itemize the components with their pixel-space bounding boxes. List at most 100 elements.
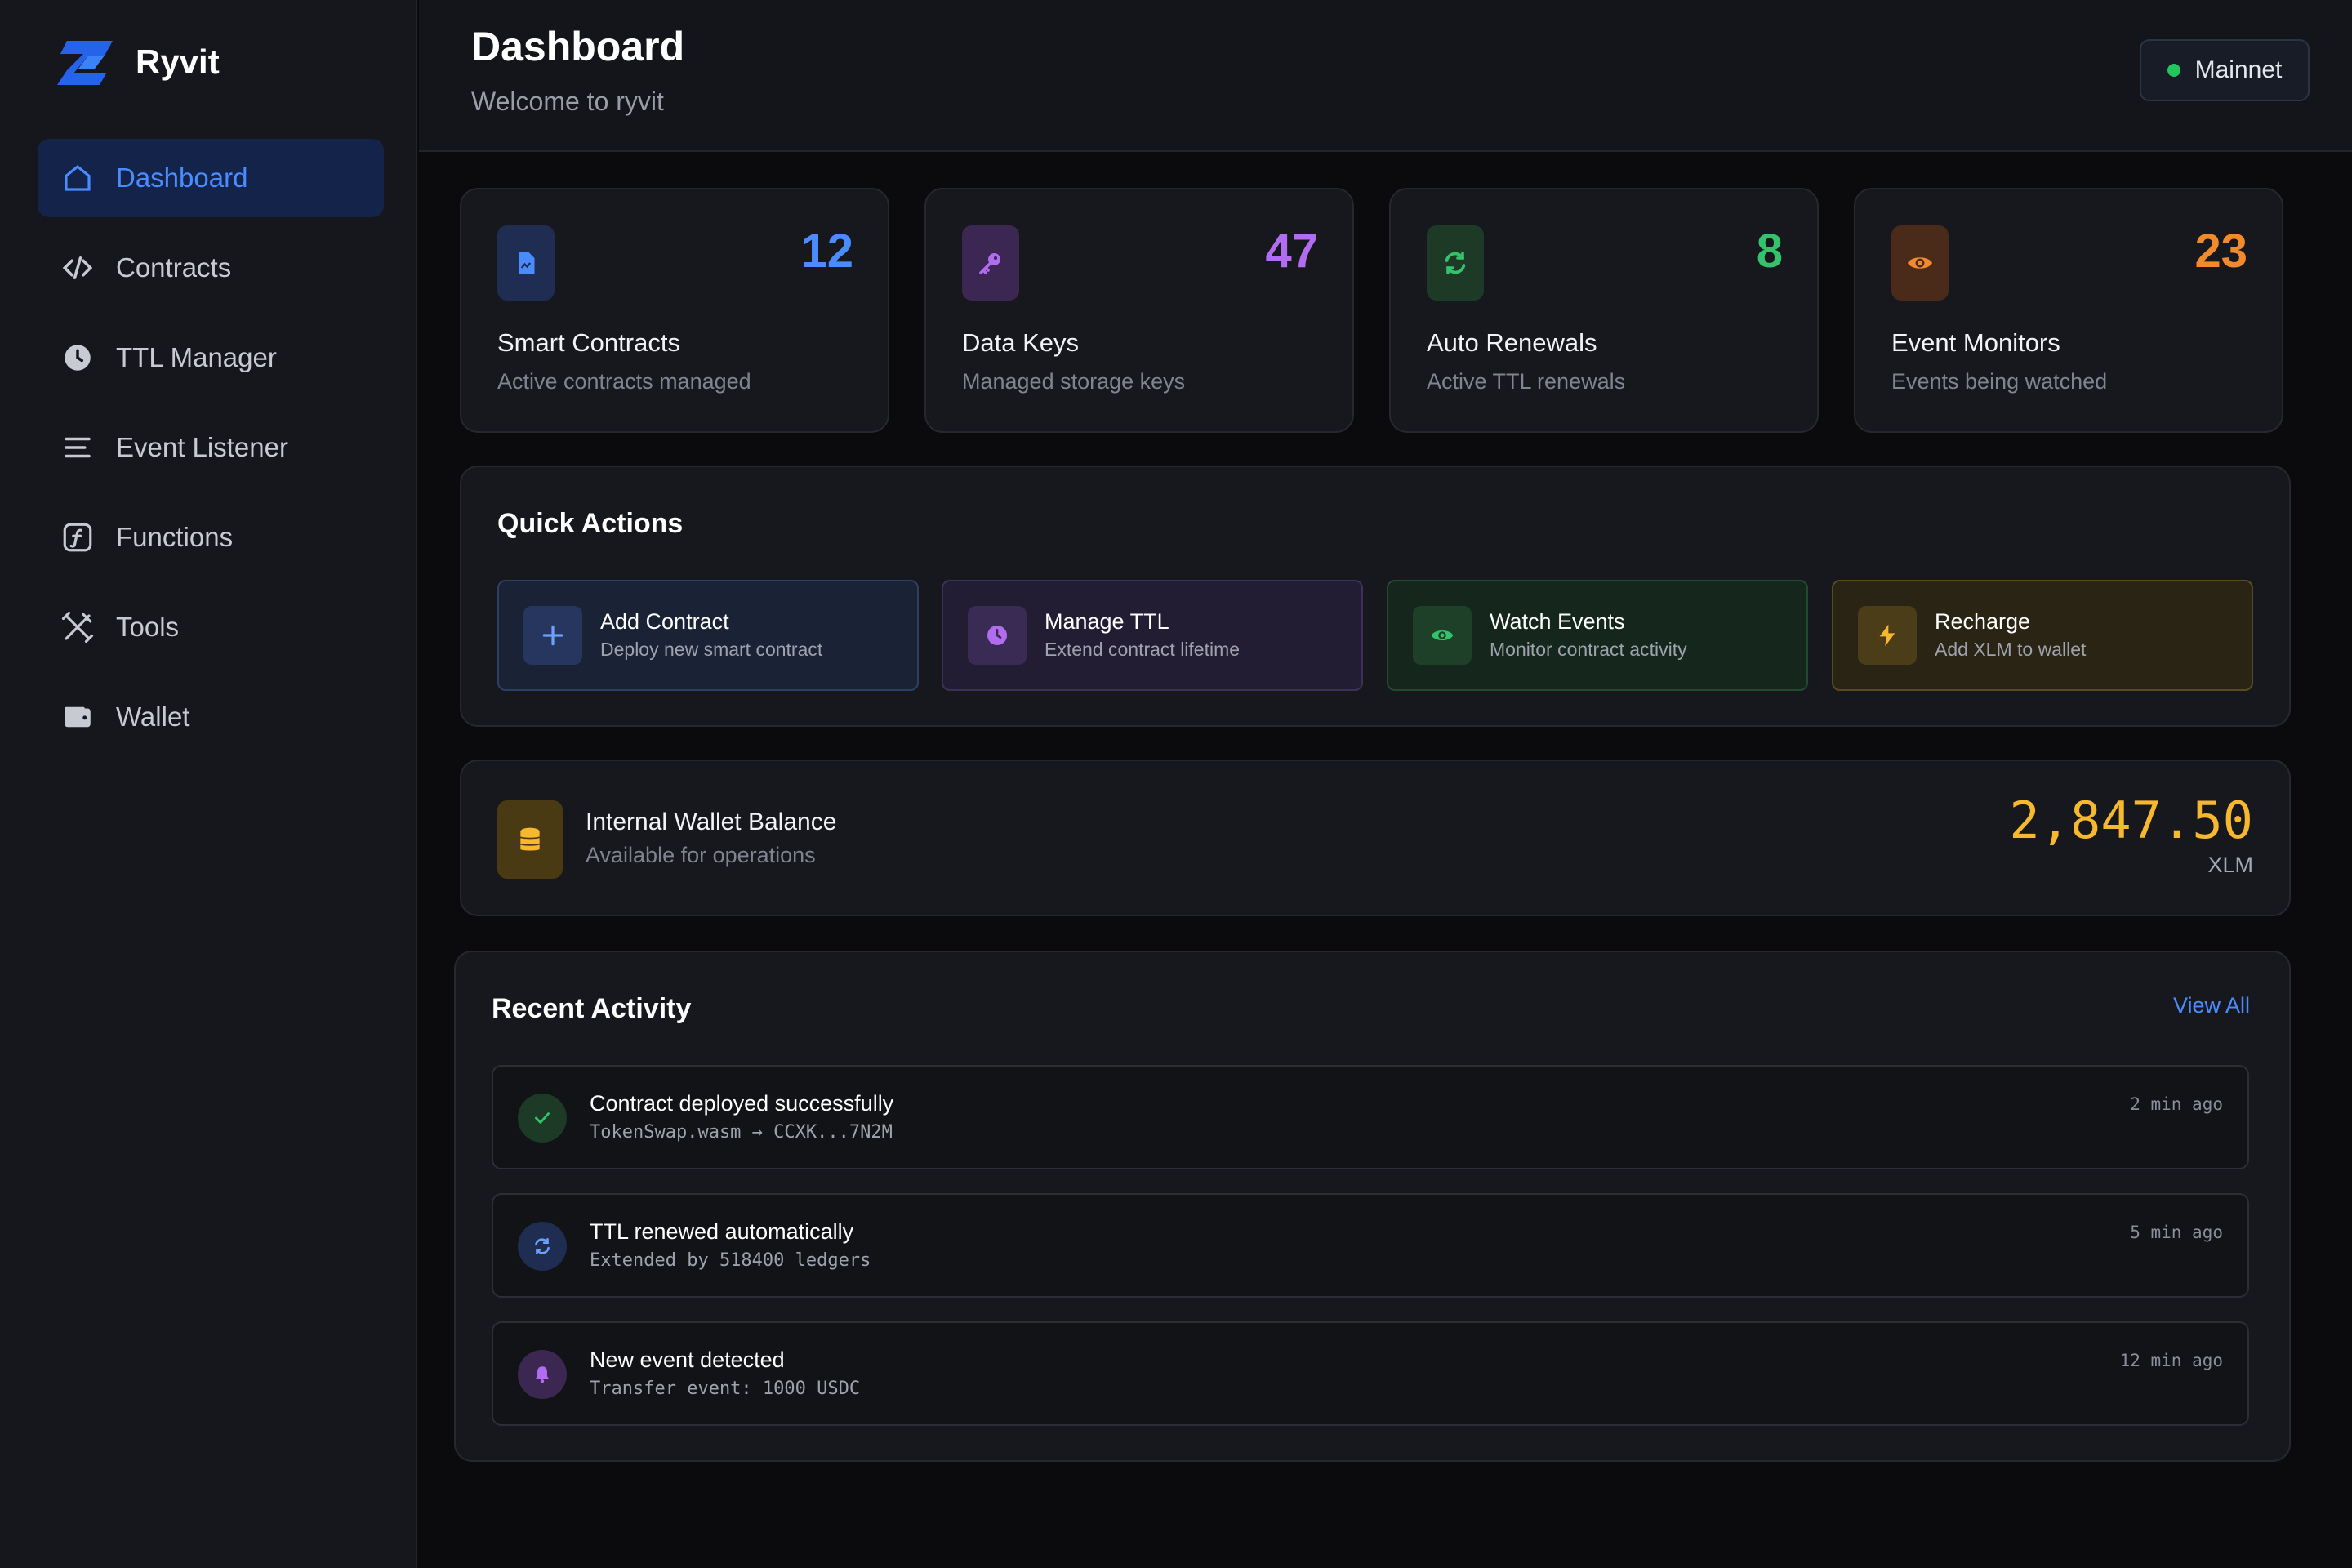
sidebar-item-label: Tools xyxy=(116,612,180,642)
manage-ttl-button[interactable]: Manage TTL Extend contract lifetime xyxy=(942,580,1363,691)
sidebar-item-label: Dashboard xyxy=(116,163,248,193)
stat-card-data-keys[interactable]: 47 Data Keys Managed storage keys xyxy=(924,188,1354,433)
page-subtitle: Welcome to ryvit xyxy=(471,87,664,116)
qa-subtitle: Add XLM to wallet xyxy=(1935,639,2087,660)
stat-value: 8 xyxy=(1756,225,1783,278)
function-icon xyxy=(63,523,92,552)
stat-title: Data Keys xyxy=(962,328,1080,357)
brand[interactable]: Ryvit xyxy=(56,38,220,87)
stat-title: Smart Contracts xyxy=(497,328,680,357)
wallet-icon xyxy=(65,706,91,728)
section-title: Recent Activity xyxy=(492,993,692,1024)
activity-time: 5 min ago xyxy=(2130,1223,2223,1242)
add-contract-button[interactable]: Add Contract Deploy new smart contract xyxy=(497,580,919,691)
section-title: Quick Actions xyxy=(497,508,684,539)
activity-title: TTL renewed automatically xyxy=(590,1219,854,1244)
sidebar-item-wallet[interactable]: Wallet xyxy=(38,678,384,756)
recent-activity-panel: Recent Activity View All Contract deploy… xyxy=(454,951,2291,1462)
stat-icon-box xyxy=(962,225,1019,301)
tools-icon xyxy=(61,611,94,644)
bell-icon xyxy=(535,1366,550,1383)
clock-icon xyxy=(65,345,91,371)
qa-title: Recharge xyxy=(1935,609,2031,634)
qa-subtitle: Monitor contract activity xyxy=(1490,639,1687,660)
activity-item[interactable]: TTL renewed automatically Extended by 51… xyxy=(492,1193,2249,1298)
qa-icon-box xyxy=(1413,606,1472,665)
stat-card-smart-contracts[interactable]: 12 Smart Contracts Active contracts mana… xyxy=(460,188,889,433)
stat-description: Active contracts managed xyxy=(497,369,751,394)
sidebar-item-event-listener[interactable]: Event Listener xyxy=(38,408,384,487)
stat-value: 47 xyxy=(1265,225,1318,278)
stat-title: Auto Renewals xyxy=(1427,328,1597,357)
sidebar-item-label: Wallet xyxy=(116,702,190,732)
stat-value: 12 xyxy=(800,225,853,278)
qa-subtitle: Extend contract lifetime xyxy=(1045,639,1241,660)
qa-icon-box xyxy=(523,606,582,665)
qa-subtitle: Deploy new smart contract xyxy=(600,639,823,660)
recharge-button[interactable]: Recharge Add XLM to wallet xyxy=(1832,580,2253,691)
stat-icon-box xyxy=(497,225,555,301)
qa-title: Watch Events xyxy=(1490,609,1625,634)
sidebar-item-label: Event Listener xyxy=(116,432,288,462)
sidebar-item-label: Contracts xyxy=(116,252,232,283)
coins-icon-box xyxy=(497,800,563,879)
activity-icon-circle xyxy=(518,1222,567,1271)
sidebar-item-tools[interactable]: Tools xyxy=(38,588,384,666)
lightning-icon xyxy=(1879,624,1895,647)
wallet-subtitle: Available for operations xyxy=(586,843,816,867)
clock-icon xyxy=(987,626,1007,645)
stat-description: Managed storage keys xyxy=(962,369,1186,394)
activity-detail: TokenSwap.wasm → CCXK...7N2M xyxy=(590,1122,893,1143)
stat-description: Active TTL renewals xyxy=(1427,369,1626,394)
ryvit-logo-icon xyxy=(57,41,113,85)
wallet-balance-unit: XLM xyxy=(2207,853,2253,877)
app-name: Ryvit xyxy=(136,42,220,81)
qa-title: Manage TTL xyxy=(1045,609,1169,634)
activity-icon-circle xyxy=(518,1094,567,1143)
refresh-icon xyxy=(1445,252,1466,274)
activity-icon-circle xyxy=(518,1350,567,1399)
network-selector-button[interactable]: Mainnet xyxy=(2140,39,2310,101)
wallet-balance-card: Internal Wallet Balance Available for op… xyxy=(460,760,2291,916)
activity-time: 2 min ago xyxy=(2130,1094,2223,1114)
sidebar-item-dashboard[interactable]: Dashboard xyxy=(38,139,384,217)
page-title: Dashboard xyxy=(471,24,685,69)
wallet-balance-value: 2,847.50 xyxy=(2009,791,2253,850)
wallet-title: Internal Wallet Balance xyxy=(586,808,837,835)
key-icon xyxy=(979,253,1000,274)
network-label: Mainnet xyxy=(2194,56,2283,83)
quick-actions-panel: Quick Actions Add Contract Deploy new sm… xyxy=(460,466,2291,727)
refresh-icon xyxy=(535,1238,550,1254)
sidebar-item-functions[interactable]: Functions xyxy=(38,498,384,577)
activity-item[interactable]: Contract deployed successfully TokenSwap… xyxy=(492,1065,2249,1169)
stat-card-event-monitors[interactable]: 23 Event Monitors Events being watched xyxy=(1854,188,2283,433)
sidebar-item-label: Functions xyxy=(116,522,234,552)
header: Dashboard Welcome to ryvit Mainnet xyxy=(419,0,2352,152)
activity-time: 12 min ago xyxy=(2119,1351,2223,1370)
qa-icon-box xyxy=(968,606,1027,665)
stat-title: Event Monitors xyxy=(1891,328,2060,357)
stat-description: Events being watched xyxy=(1891,369,2108,394)
activity-title: Contract deployed successfully xyxy=(590,1091,894,1116)
sidebar-item-ttl-manager[interactable]: TTL Manager xyxy=(38,318,384,397)
view-all-link[interactable]: View All xyxy=(2173,993,2250,1018)
sidebar-item-contracts[interactable]: Contracts xyxy=(38,229,384,307)
qa-icon-box xyxy=(1858,606,1917,665)
eye-icon xyxy=(1908,257,1932,269)
network-status-dot-icon xyxy=(2167,64,2180,77)
coins-icon xyxy=(519,827,541,851)
stat-value: 23 xyxy=(2194,225,2247,278)
home-icon xyxy=(65,164,91,191)
sidebar-nav: Dashboard Contracts TTL Manager Event Li… xyxy=(38,139,384,768)
list-icon xyxy=(65,437,91,458)
activity-title: New event detected xyxy=(590,1348,785,1372)
activity-item[interactable]: New event detected Transfer event: 1000 … xyxy=(492,1321,2249,1426)
sidebar-item-label: TTL Manager xyxy=(116,342,277,372)
eye-icon xyxy=(1431,630,1454,640)
check-icon xyxy=(535,1112,550,1124)
stat-icon-box xyxy=(1891,225,1949,301)
stat-card-auto-renewals[interactable]: 8 Auto Renewals Active TTL renewals xyxy=(1389,188,1819,433)
watch-events-button[interactable]: Watch Events Monitor contract activity xyxy=(1387,580,1808,691)
code-icon xyxy=(62,256,93,279)
qa-title: Add Contract xyxy=(600,609,729,634)
